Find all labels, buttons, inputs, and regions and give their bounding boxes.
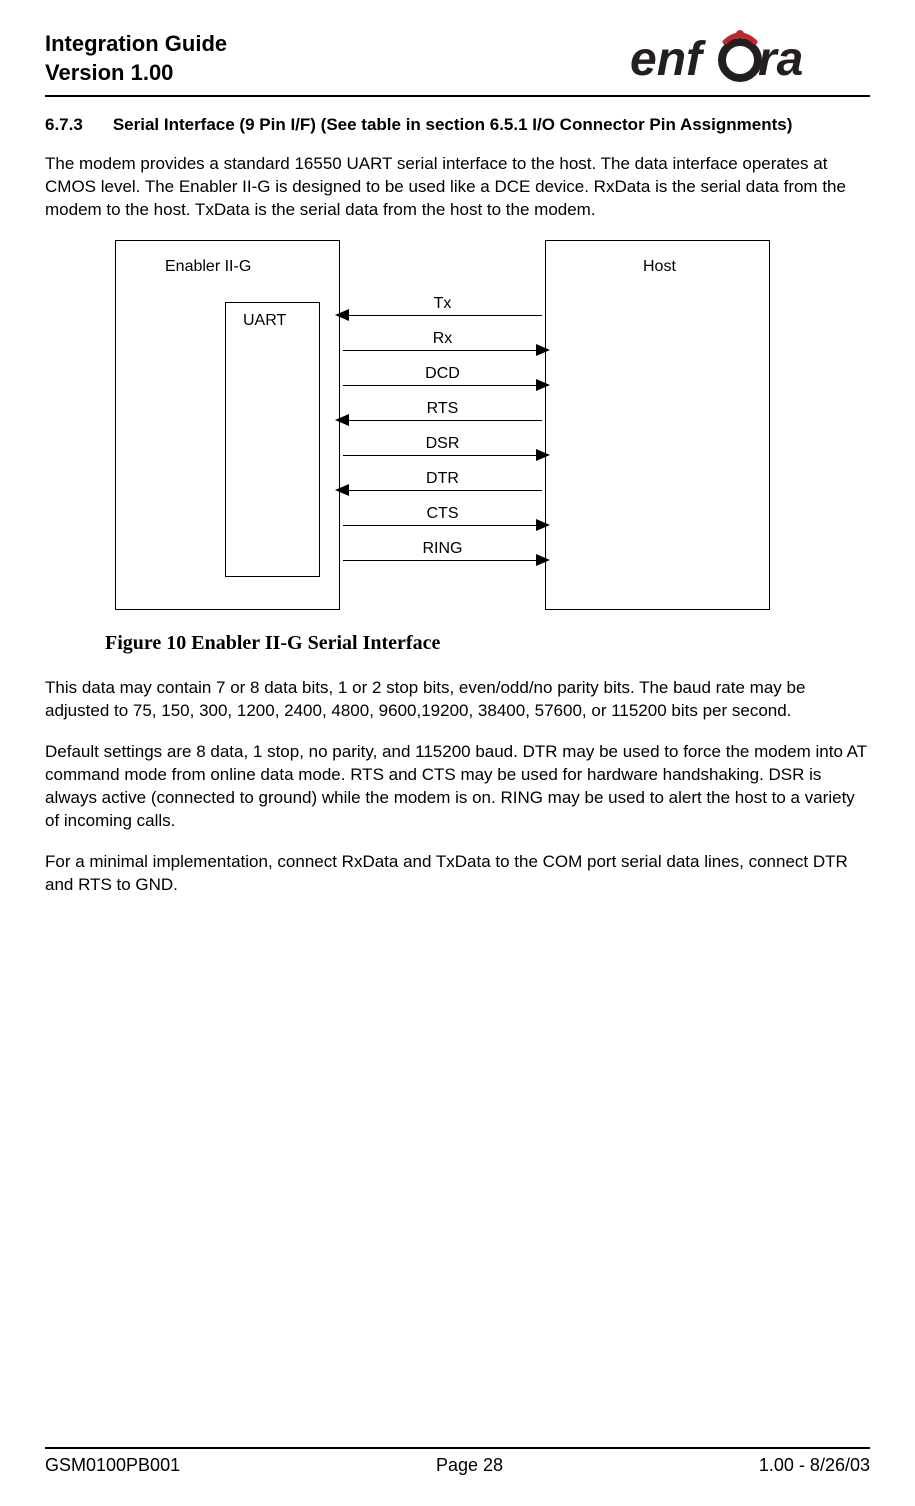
figure-caption: Figure 10 Enabler II-G Serial Interface <box>105 632 870 655</box>
line-tx <box>343 315 542 316</box>
line-rts <box>343 420 542 421</box>
arrow-rts <box>335 414 349 426</box>
signal-ring: RING <box>335 540 550 575</box>
host-label: Host <box>643 258 676 276</box>
line-dsr <box>343 455 542 456</box>
arrow-rx <box>536 344 550 356</box>
section-heading: 6.7.3 Serial Interface (9 Pin I/F) (See … <box>45 115 870 135</box>
footer-row: GSM0100PB001 Page 28 1.00 - 8/26/03 <box>45 1455 870 1476</box>
arrow-dsr <box>536 449 550 461</box>
section-title: Serial Interface (9 Pin I/F) (See table … <box>113 115 793 135</box>
footer-divider <box>45 1447 870 1449</box>
serial-interface-diagram: Enabler II-G UART Host Tx Rx DCD RTS DSR <box>115 240 795 620</box>
enfora-logo: enf ra <box>630 30 870 85</box>
uart-label: UART <box>243 312 286 330</box>
header-title-block: Integration Guide Version 1.00 <box>45 30 227 87</box>
signal-dcd: DCD <box>335 365 550 400</box>
line-rx <box>343 350 542 351</box>
enabler-label: Enabler II-G <box>165 258 251 276</box>
paragraph-4: For a minimal implementation, connect Rx… <box>45 851 870 897</box>
arrow-tx <box>335 309 349 321</box>
arrow-ring <box>536 554 550 566</box>
signal-label-rts: RTS <box>335 400 550 418</box>
header-title-line2: Version 1.00 <box>45 59 227 88</box>
signal-label-dtr: DTR <box>335 470 550 488</box>
signal-label-ring: RING <box>335 540 550 558</box>
signal-label-dsr: DSR <box>335 435 550 453</box>
arrow-dcd <box>536 379 550 391</box>
signal-tx: Tx <box>335 295 550 330</box>
arrow-cts <box>536 519 550 531</box>
uart-box <box>225 302 320 577</box>
svg-text:ra: ra <box>758 33 803 85</box>
footer-center: Page 28 <box>436 1455 503 1476</box>
paragraph-3: Default settings are 8 data, 1 stop, no … <box>45 741 870 833</box>
line-dcd <box>343 385 542 386</box>
signal-rx: Rx <box>335 330 550 365</box>
signal-label-tx: Tx <box>335 295 550 313</box>
header-divider <box>45 95 870 97</box>
paragraph-2: This data may contain 7 or 8 data bits, … <box>45 677 870 723</box>
header-title-line1: Integration Guide <box>45 30 227 59</box>
signal-rts: RTS <box>335 400 550 435</box>
svg-text:enf: enf <box>630 33 706 85</box>
line-ring <box>343 560 542 561</box>
line-dtr <box>343 490 542 491</box>
footer-left: GSM0100PB001 <box>45 1455 180 1476</box>
section-number: 6.7.3 <box>45 115 83 135</box>
arrow-dtr <box>335 484 349 496</box>
signal-cts: CTS <box>335 505 550 540</box>
signal-dsr: DSR <box>335 435 550 470</box>
signal-label-rx: Rx <box>335 330 550 348</box>
line-cts <box>343 525 542 526</box>
signal-label-cts: CTS <box>335 505 550 523</box>
signal-label-dcd: DCD <box>335 365 550 383</box>
paragraph-1: The modem provides a standard 16550 UART… <box>45 153 870 222</box>
signal-lines: Tx Rx DCD RTS DSR DTR <box>335 295 550 575</box>
page-footer: GSM0100PB001 Page 28 1.00 - 8/26/03 <box>45 1447 870 1476</box>
footer-right: 1.00 - 8/26/03 <box>759 1455 870 1476</box>
host-box <box>545 240 770 610</box>
signal-dtr: DTR <box>335 470 550 505</box>
page-header: Integration Guide Version 1.00 enf ra <box>45 30 870 87</box>
